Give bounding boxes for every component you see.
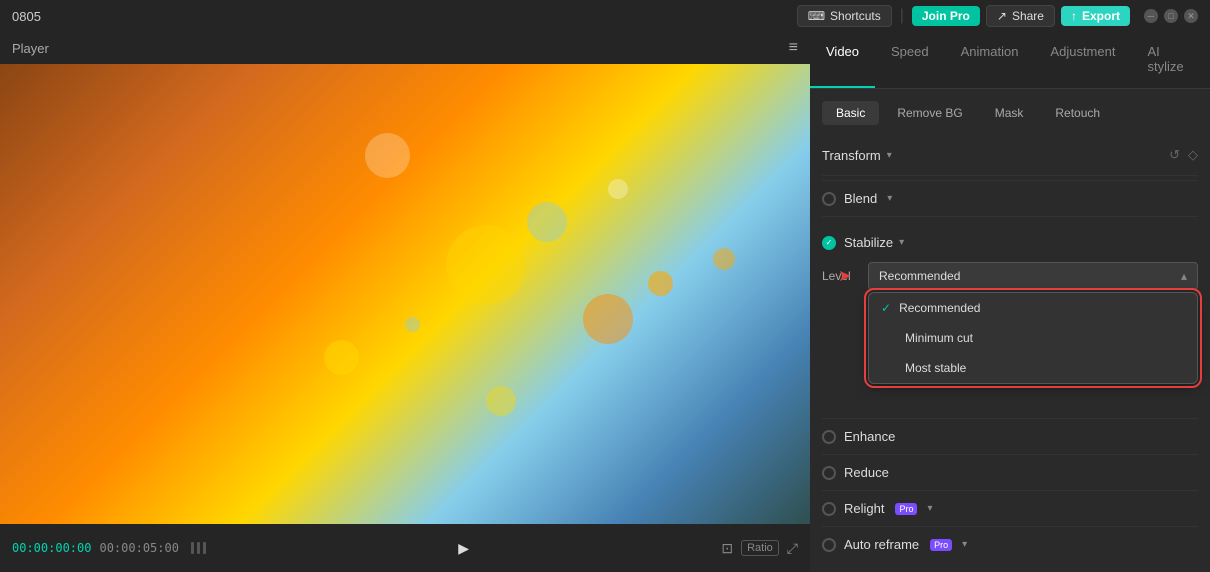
auto-reframe-row: Auto reframe Pro ▾ [822, 526, 1198, 562]
reduce-toggle[interactable] [822, 466, 836, 480]
window-controls: ─ □ ✕ [1144, 9, 1198, 23]
sub-tab-basic[interactable]: Basic [822, 101, 879, 125]
dropdown-item-minimum-cut[interactable]: Minimum cut [869, 323, 1197, 353]
auto-reframe-caret-icon: ▾ [962, 539, 967, 550]
main-area: Player ≡ 00:00:00:00 00:00:05:00 [0, 32, 1210, 572]
dropdown-item-most-stable[interactable]: Most stable [869, 353, 1197, 383]
tab-speed[interactable]: Speed [875, 32, 945, 88]
level-row: Level ➤ Recommended ▴ ✓ Recommended [822, 258, 1198, 298]
check-icon: ✓ [881, 301, 891, 315]
title-text: 0805 [12, 9, 41, 24]
relight-row: Relight Pro ▾ [822, 490, 1198, 526]
transform-caret-icon: ▾ [887, 150, 892, 161]
auto-reframe-pro-badge: Pro [930, 539, 952, 551]
transform-row: Transform ▾ ↺ ◇ [822, 139, 1198, 171]
right-content: Basic Remove BG Mask Retouch Transform ▾… [810, 89, 1210, 572]
arrow-indicator: ➤ [838, 266, 851, 286]
player-header: Player ≡ [0, 32, 810, 64]
tab-adjustment[interactable]: Adjustment [1034, 32, 1131, 88]
level-dropdown-menu: ✓ Recommended Minimum cut Most stable [868, 292, 1198, 384]
relight-pro-badge: Pro [895, 503, 917, 515]
option-recommended: Recommended [899, 301, 980, 315]
option-minimum-cut: Minimum cut [905, 331, 973, 345]
title-bar: 0805 ⌨ Shortcuts | Join Pro ↗ Share ↑ Ex… [0, 0, 1210, 32]
screenshot-icon[interactable]: ⊡ [721, 540, 733, 557]
tab-video[interactable]: Video [810, 32, 875, 88]
transform-icons: ↺ ◇ [1169, 147, 1198, 163]
level-dropdown-trigger[interactable]: Recommended ▴ [868, 262, 1198, 290]
play-button[interactable]: ▶ [458, 540, 469, 557]
relight-label: Relight [844, 501, 884, 516]
stabilize-caret-icon: ▾ [899, 237, 904, 248]
dropdown-selected-value: Recommended [879, 269, 960, 283]
time-info: 00:00:00:00 00:00:05:00 [12, 541, 206, 555]
relight-caret-icon: ▾ [927, 503, 932, 514]
ctrl-right: ⊡ Ratio ⤢ [721, 540, 798, 557]
time-total: 00:00:05:00 [99, 541, 178, 555]
player-menu-icon[interactable]: ≡ [789, 39, 798, 57]
share-button[interactable]: ↗ Share [986, 5, 1055, 27]
video-area [0, 64, 810, 524]
enhance-row: Enhance [822, 418, 1198, 454]
stabilize-row: ✓ Stabilize ▾ [822, 227, 1198, 258]
share-icon: ↗ [997, 9, 1007, 23]
transform-label: Transform ▾ [822, 148, 892, 163]
maximize-button[interactable]: □ [1164, 9, 1178, 23]
keyboard-icon: ⌨ [808, 9, 825, 23]
shortcuts-button[interactable]: ⌨ Shortcuts [797, 5, 892, 27]
video-preview [0, 64, 810, 524]
auto-reframe-label: Auto reframe [844, 537, 919, 552]
time-lines [191, 542, 206, 554]
minimize-button[interactable]: ─ [1144, 9, 1158, 23]
blend-label: Blend [844, 191, 877, 206]
ratio-button[interactable]: Ratio [741, 540, 779, 556]
sub-tab-remove-bg[interactable]: Remove BG [883, 101, 976, 125]
dropdown-item-recommended[interactable]: ✓ Recommended [869, 293, 1197, 323]
blend-row: Blend ▾ [822, 180, 1198, 216]
blend-toggle[interactable] [822, 192, 836, 206]
reduce-label: Reduce [844, 465, 889, 480]
stabilize-toggle[interactable]: ✓ [822, 236, 836, 250]
reset-icon[interactable]: ↺ [1169, 147, 1180, 163]
chevron-up-icon: ▴ [1181, 269, 1187, 283]
left-panel: Player ≡ 00:00:00:00 00:00:05:00 [0, 32, 810, 572]
player-label: Player [12, 41, 49, 56]
crop-icon[interactable]: ◇ [1188, 147, 1198, 163]
close-button[interactable]: ✕ [1184, 9, 1198, 23]
tab-ai-stylize[interactable]: AI stylize [1131, 32, 1210, 88]
sub-tab-mask[interactable]: Mask [981, 101, 1038, 125]
join-pro-button[interactable]: Join Pro [912, 6, 980, 26]
stabilize-label: Stabilize ▾ [844, 235, 904, 250]
tab-animation[interactable]: Animation [945, 32, 1035, 88]
option-most-stable: Most stable [905, 361, 966, 375]
sub-tab-retouch[interactable]: Retouch [1041, 101, 1114, 125]
stabilize-section: ✓ Stabilize ▾ Level ➤ Recommended [822, 216, 1198, 298]
right-tabs: Video Speed Animation Adjustment AI styl… [810, 32, 1210, 89]
divider-1 [822, 175, 1198, 176]
export-button[interactable]: ↑ Export [1061, 6, 1130, 26]
auto-reframe-toggle[interactable] [822, 538, 836, 552]
relight-toggle[interactable] [822, 502, 836, 516]
right-panel: Video Speed Animation Adjustment AI styl… [810, 32, 1210, 572]
dropdown-container: ➤ Recommended ▴ ✓ Recommended [868, 262, 1198, 290]
export-icon: ↑ [1071, 9, 1077, 23]
fullscreen-icon[interactable]: ⤢ [787, 540, 798, 557]
time-current: 00:00:00:00 [12, 541, 91, 555]
player-controls: 00:00:00:00 00:00:05:00 ▶ ⊡ Ratio ⤢ [0, 524, 810, 572]
sub-tabs: Basic Remove BG Mask Retouch [822, 101, 1198, 125]
blend-caret-icon: ▾ [887, 193, 892, 204]
enhance-label: Enhance [844, 429, 895, 444]
enhance-toggle[interactable] [822, 430, 836, 444]
reduce-row: Reduce [822, 454, 1198, 490]
